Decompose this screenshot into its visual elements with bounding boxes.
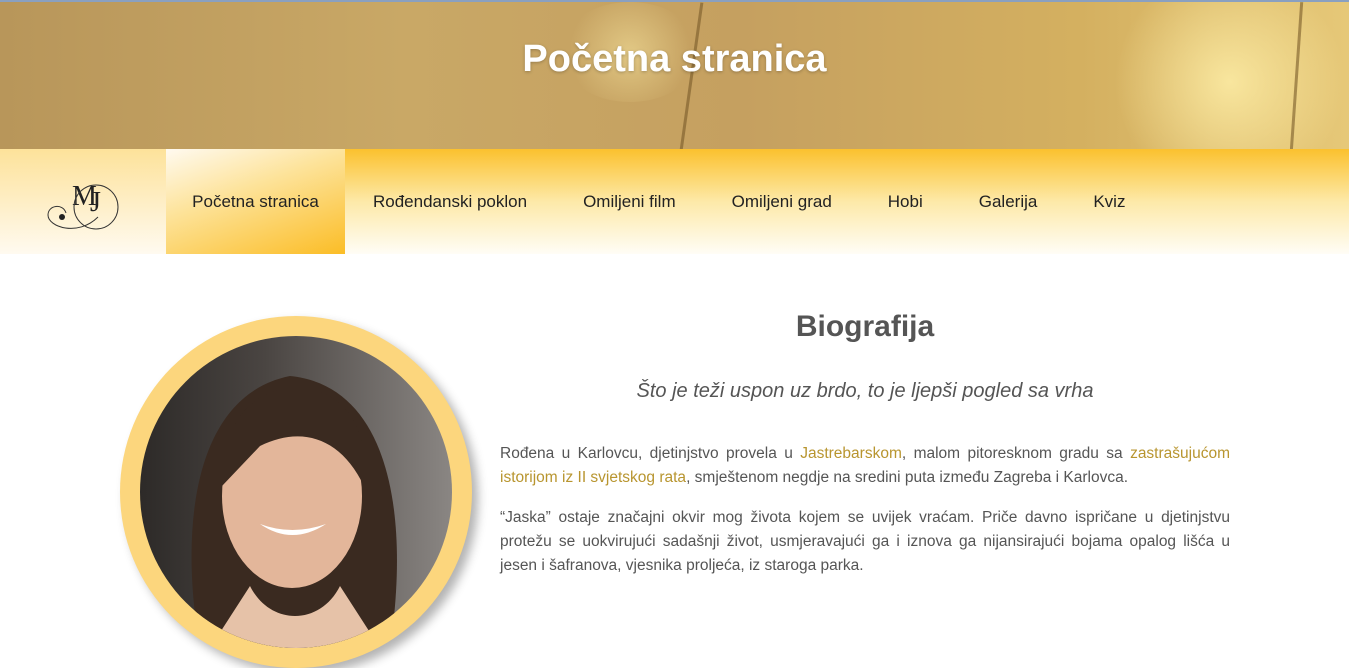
bio-text: Rođena u Karlovcu, djetinjstvo provela u… bbox=[500, 442, 1230, 594]
nav-rodendanski-poklon[interactable]: Rođendanski poklon bbox=[345, 149, 555, 254]
nav-hobi[interactable]: Hobi bbox=[860, 149, 951, 254]
nav-galerija[interactable]: Galerija bbox=[951, 149, 1066, 254]
main-nav: M J Početna stranica Rođendanski poklon … bbox=[0, 149, 1349, 254]
bio-paragraph-1: Rođena u Karlovcu, djetinjstvo provela u… bbox=[500, 445, 1230, 486]
nav-pocetna-stranica[interactable]: Početna stranica bbox=[166, 149, 345, 254]
bio-heading: Biografija bbox=[795, 310, 935, 343]
profile-photo-frame bbox=[120, 316, 472, 668]
nav-kviz[interactable]: Kviz bbox=[1065, 149, 1153, 254]
profile-photo bbox=[140, 336, 452, 648]
link-jastrebarsko[interactable]: Jastrebarskom bbox=[800, 445, 902, 462]
header-banner: Početna stranica bbox=[0, 0, 1349, 149]
nav-omiljeni-grad[interactable]: Omiljeni grad bbox=[704, 149, 860, 254]
nav-omiljeni-film[interactable]: Omiljeni film bbox=[555, 149, 704, 254]
svg-text:J: J bbox=[90, 187, 101, 218]
bio-quote: Što je teži uspon uz brdo, to je ljepši … bbox=[636, 380, 1094, 402]
bio-paragraph-2: “Jaska” ostaje značajni okvir mog života… bbox=[500, 509, 1230, 574]
logo-monogram-icon: M J bbox=[47, 181, 119, 229]
banner-title: Početna stranica bbox=[522, 38, 827, 80]
logo[interactable]: M J bbox=[0, 149, 166, 254]
